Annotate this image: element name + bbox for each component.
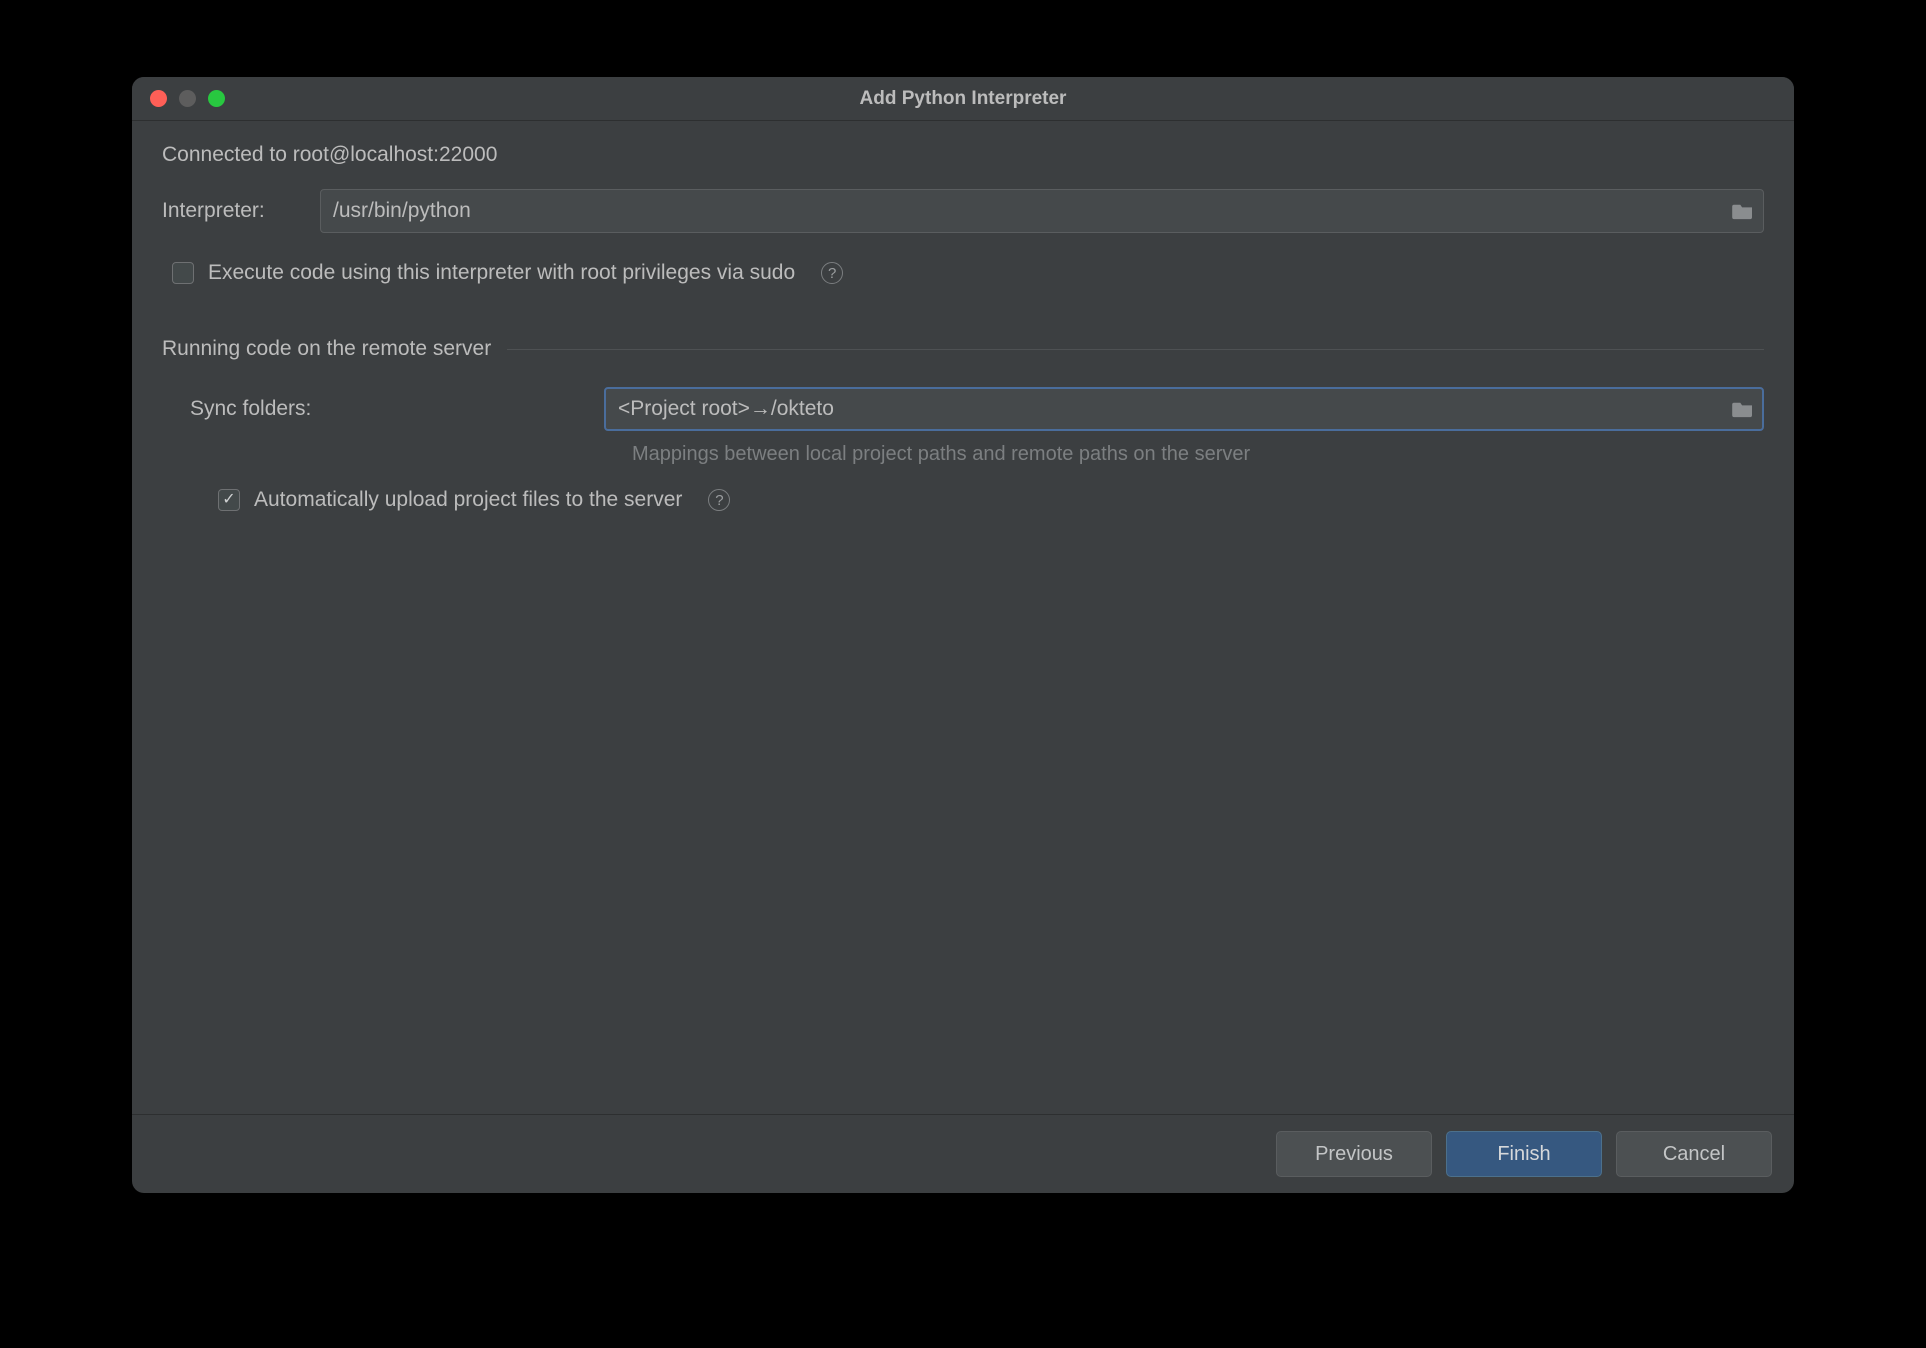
dialog-footer: Previous Finish Cancel (132, 1114, 1794, 1193)
auto-upload-label: Automatically upload project files to th… (254, 488, 682, 512)
sudo-label: Execute code using this interpreter with… (208, 261, 795, 285)
previous-button[interactable]: Previous (1276, 1131, 1432, 1177)
browse-interpreter-icon[interactable] (1732, 202, 1754, 220)
sudo-checkbox[interactable] (172, 262, 194, 284)
titlebar: Add Python Interpreter (132, 77, 1794, 121)
dialog-window: Add Python Interpreter Connected to root… (132, 77, 1794, 1193)
interpreter-label: Interpreter: (162, 199, 320, 223)
sync-folders-input[interactable] (604, 387, 1764, 431)
section-title: Running code on the remote server (162, 337, 491, 361)
sync-row: Sync folders: (190, 387, 1764, 431)
zoom-window-button[interactable] (208, 90, 225, 107)
finish-button[interactable]: Finish (1446, 1131, 1602, 1177)
close-window-button[interactable] (150, 90, 167, 107)
help-icon[interactable]: ? (821, 262, 843, 284)
browse-sync-icon[interactable] (1732, 400, 1754, 418)
connection-status: Connected to root@localhost:22000 (162, 143, 1764, 167)
auto-upload-row: Automatically upload project files to th… (218, 488, 1764, 512)
window-controls (150, 90, 225, 107)
sync-hint: Mappings between local project paths and… (632, 443, 1764, 466)
interpreter-row: Interpreter: (162, 189, 1764, 233)
section-header: Running code on the remote server (162, 337, 1764, 361)
window-title: Add Python Interpreter (860, 88, 1067, 110)
sudo-row: Execute code using this interpreter with… (172, 261, 1764, 285)
sync-input-wrap (604, 387, 1764, 431)
help-icon[interactable]: ? (708, 489, 730, 511)
auto-upload-checkbox[interactable] (218, 489, 240, 511)
sync-label: Sync folders: (190, 397, 604, 421)
interpreter-input-wrap (320, 189, 1764, 233)
dialog-content: Connected to root@localhost:22000 Interp… (132, 121, 1794, 1114)
minimize-window-button[interactable] (179, 90, 196, 107)
cancel-button[interactable]: Cancel (1616, 1131, 1772, 1177)
interpreter-input[interactable] (320, 189, 1764, 233)
section-divider (507, 349, 1764, 350)
